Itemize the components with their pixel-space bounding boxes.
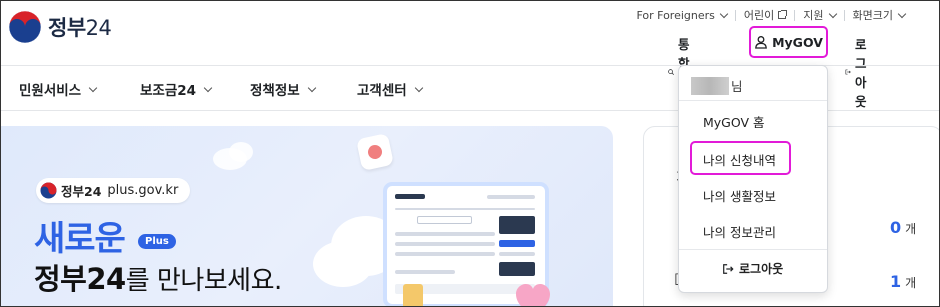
promo-banner[interactable]: 정부24 plus.gov.kr 새로운 Plus 정부24를 만나보세요. [1, 126, 613, 306]
cloud-decoration [313, 241, 373, 287]
count-unit: 개 [905, 276, 917, 290]
mock-block [499, 262, 535, 276]
util-kids[interactable]: 어린이 [736, 7, 794, 23]
taegeuk-emblem-icon [40, 182, 57, 199]
plus-pill: Plus [138, 234, 176, 249]
mock-bar [395, 208, 535, 210]
nav-label: 보조금24 [140, 83, 197, 99]
nav-label: 정책정보 [250, 83, 300, 99]
badge-name: 정부24 [61, 184, 102, 199]
taegeuk-emblem-icon [8, 10, 42, 44]
count-row-2[interactable]: 1개 [890, 272, 916, 291]
util-screen-size[interactable]: 화면크기 [845, 7, 913, 23]
nav-label: 고객센터 [357, 83, 407, 99]
site-badge: 정부24 plus.gov.kr [36, 178, 191, 203]
mock-bar [395, 252, 495, 256]
logout-icon [723, 263, 734, 274]
count-row-1[interactable]: 0개 [890, 218, 916, 237]
chevron-down-icon [414, 83, 423, 92]
nav-customer-center[interactable]: 고객센터 [357, 79, 423, 99]
nav-subsidy24[interactable]: 보조금24 [140, 79, 213, 99]
menu-item-my-info-management[interactable]: 나의 정보관리 [703, 222, 776, 241]
nav-policy-info[interactable]: 정책정보 [250, 79, 316, 99]
heart-icon [516, 284, 550, 306]
headline-bold: 정부24 [34, 262, 126, 296]
util-for-foreigners[interactable]: For Foreigners [628, 7, 734, 23]
count-unit: 개 [905, 222, 917, 236]
gift-decoration [403, 284, 423, 306]
blurred-username [691, 76, 729, 95]
chat-bubble-decoration [356, 133, 394, 171]
chevron-down-icon [719, 9, 729, 18]
util-label: 어린이 [743, 9, 775, 22]
menu-item-my-applications[interactable]: 나의 신청내역 [703, 150, 776, 169]
divider [679, 249, 827, 250]
util-label: 지원 [803, 9, 824, 22]
chevron-down-icon [88, 83, 98, 92]
banner-headline-1: 새로운 [34, 219, 126, 259]
mock-block [499, 240, 535, 247]
chevron-down-icon [897, 9, 907, 18]
banner-headline-2: 정부24를 만나보세요. [34, 256, 282, 298]
mock-bar [499, 252, 535, 256]
mock-bar [395, 242, 495, 246]
divider [679, 100, 827, 101]
page-frame: 정부24 For Foreigners 어린이 지원 화면크기 통합 MyGOV… [0, 0, 940, 307]
nav-civil-service[interactable]: 민원서비스 [19, 79, 98, 99]
external-link-icon [778, 10, 788, 19]
util-support[interactable]: 지원 [795, 7, 843, 23]
count-value: 0 [890, 218, 902, 237]
mygov-button[interactable]: MyGOV [749, 26, 828, 58]
chevron-down-icon [203, 83, 213, 92]
menu-item-mygov-home[interactable]: MyGOV 홈 [703, 112, 765, 131]
mock-block [499, 216, 535, 234]
mock-logo [395, 194, 425, 199]
mock-bar [487, 195, 535, 199]
count-value: 1 [890, 272, 902, 291]
user-icon [755, 36, 767, 49]
site-logo[interactable]: 정부24 [8, 10, 112, 44]
mock-search [417, 216, 472, 224]
headline-rest: 를 만나보세요. [125, 266, 283, 296]
dropdown-logout-label: 로그아웃 [739, 262, 784, 276]
util-label: For Foreigners [636, 8, 715, 22]
menu-item-my-life-info[interactable]: 나의 생활정보 [703, 186, 776, 205]
dropdown-logout-button[interactable]: 로그아웃 [722, 260, 783, 277]
nav-label: 민원서비스 [19, 83, 82, 99]
util-label: 화면크기 [852, 9, 893, 22]
cloud-decoration [229, 142, 253, 162]
chevron-down-icon [828, 9, 837, 18]
badge-url: plus.gov.kr [107, 183, 179, 198]
mock-bar [395, 232, 495, 236]
chevron-down-icon [307, 83, 316, 92]
logo-text: 정부 [48, 16, 86, 40]
logo-number: 24 [85, 16, 112, 40]
mygov-dropdown-menu: 님 MyGOV 홈 나의 신청내역 나의 생활정보 나의 정보관리 로그아웃 [678, 65, 828, 293]
mock-bar [395, 270, 455, 274]
mygov-label: MyGOV [772, 34, 823, 50]
user-greeting: 님 [691, 76, 743, 95]
user-suffix: 님 [731, 79, 743, 94]
utility-nav: For Foreigners 어린이 지원 화면크기 [628, 7, 913, 23]
